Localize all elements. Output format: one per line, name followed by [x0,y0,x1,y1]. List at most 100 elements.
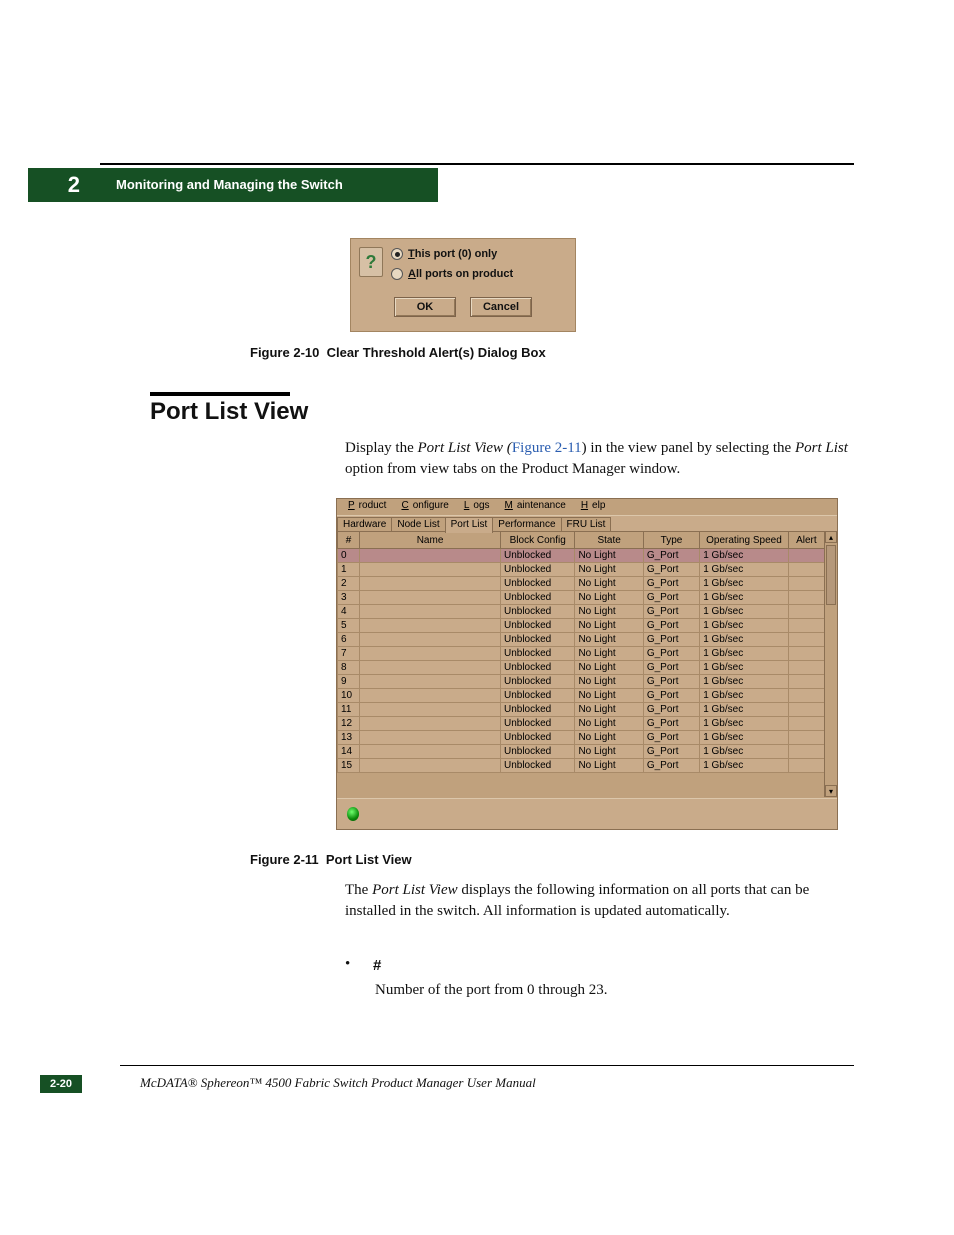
menu-maintenance[interactable]: Maintenance [497,500,570,514]
table-row[interactable]: 1UnblockedNo LightG_Port1 Gb/sec [338,563,825,577]
cell: G_Port [643,689,699,703]
cell: 7 [338,647,360,661]
col-num[interactable]: # [338,532,360,549]
cell: No Light [575,661,643,675]
table-row[interactable]: 10UnblockedNo LightG_Port1 Gb/sec [338,689,825,703]
cell: G_Port [643,619,699,633]
cell: 2 [338,577,360,591]
cell: G_Port [643,717,699,731]
radio-all-ports[interactable]: All ports on product [391,268,513,280]
table-row[interactable]: 0UnblockedNo LightG_Port1 Gb/sec [338,549,825,563]
cell: Unblocked [500,549,574,563]
cell [788,633,824,647]
col-type[interactable]: Type [643,532,699,549]
cell: 1 Gb/sec [700,661,789,675]
figure-2-11-caption: Figure 2-11 Port List View [250,852,412,867]
table-row[interactable]: 12UnblockedNo LightG_Port1 Gb/sec [338,717,825,731]
table-row[interactable]: 8UnblockedNo LightG_Port1 Gb/sec [338,661,825,675]
cell [360,703,501,717]
chapter-title-bar: Monitoring and Managing the Switch [88,168,438,202]
menu-product[interactable]: Product [340,500,390,514]
cell [788,675,824,689]
scroll-down-icon[interactable]: ▾ [825,785,837,797]
table-row[interactable]: 6UnblockedNo LightG_Port1 Gb/sec [338,633,825,647]
cell: 1 Gb/sec [700,717,789,731]
cell: 3 [338,591,360,605]
cell: 1 Gb/sec [700,745,789,759]
cell [360,591,501,605]
table-row[interactable]: 3UnblockedNo LightG_Port1 Gb/sec [338,591,825,605]
col-operating-speed[interactable]: Operating Speed [700,532,789,549]
col-block-config[interactable]: Block Config [500,532,574,549]
cell: Unblocked [500,731,574,745]
figure-2-10-caption: Figure 2-10 Clear Threshold Alert(s) Dia… [250,345,546,360]
cell: G_Port [643,563,699,577]
figure-2-11-link[interactable]: Figure 2-11 [512,440,582,456]
cell: No Light [575,675,643,689]
table-row[interactable]: 7UnblockedNo LightG_Port1 Gb/sec [338,647,825,661]
tab-performance[interactable]: Performance [492,517,561,532]
cell [360,549,501,563]
cell: No Light [575,619,643,633]
menu-logs[interactable]: Logs [456,500,494,514]
table-row[interactable]: 11UnblockedNo LightG_Port1 Gb/sec [338,703,825,717]
cell: 1 Gb/sec [700,591,789,605]
cell: No Light [575,633,643,647]
table-row[interactable]: 4UnblockedNo LightG_Port1 Gb/sec [338,605,825,619]
cell: 1 Gb/sec [700,759,789,773]
cell: Unblocked [500,591,574,605]
table-row[interactable]: 5UnblockedNo LightG_Port1 Gb/sec [338,619,825,633]
cell: 1 [338,563,360,577]
cell: 1 Gb/sec [700,605,789,619]
menu-bar: Product Configure Logs Maintenance Help [337,499,837,514]
cell: No Light [575,563,643,577]
col-state[interactable]: State [575,532,643,549]
menu-configure[interactable]: Configure [393,500,452,514]
radio-this-port[interactable]: This port (0) only [391,248,497,260]
cell [788,745,824,759]
status-led-icon [347,807,359,821]
table-row[interactable]: 2UnblockedNo LightG_Port1 Gb/sec [338,577,825,591]
cell: 6 [338,633,360,647]
cell [788,647,824,661]
tab-node-list[interactable]: Node List [391,517,445,532]
cell: 1 Gb/sec [700,731,789,745]
scroll-thumb[interactable] [826,545,836,605]
cell [360,689,501,703]
table-row[interactable]: 14UnblockedNo LightG_Port1 Gb/sec [338,745,825,759]
scroll-up-icon[interactable]: ▴ [825,531,837,543]
clear-threshold-dialog: ? This port (0) only All ports on produc… [350,238,576,332]
cell: No Light [575,577,643,591]
cell: No Light [575,731,643,745]
col-alert[interactable]: Alert [788,532,824,549]
table-row[interactable]: 13UnblockedNo LightG_Port1 Gb/sec [338,731,825,745]
cell: G_Port [643,633,699,647]
tab-port-list[interactable]: Port List [445,517,494,533]
tab-hardware[interactable]: Hardware [337,517,392,532]
cell: 8 [338,661,360,675]
cell: No Light [575,647,643,661]
cell: 4 [338,605,360,619]
cancel-button[interactable]: Cancel [470,297,532,317]
col-name[interactable]: Name [360,532,501,549]
cell: 13 [338,731,360,745]
cell [788,605,824,619]
cell: 1 Gb/sec [700,633,789,647]
cell: Unblocked [500,647,574,661]
port-table: # Name Block Config State Type Operating… [337,531,825,773]
cell [360,647,501,661]
top-rule [100,163,854,165]
cell: G_Port [643,661,699,675]
cell: G_Port [643,549,699,563]
vertical-scrollbar[interactable]: ▴ ▾ [824,531,837,797]
table-row[interactable]: 9UnblockedNo LightG_Port1 Gb/sec [338,675,825,689]
chapter-tab: 2 [28,168,88,202]
cell: 1 Gb/sec [700,703,789,717]
ok-button[interactable]: OK [394,297,456,317]
cell: Unblocked [500,563,574,577]
tab-fru-list[interactable]: FRU List [561,517,612,532]
cell: G_Port [643,605,699,619]
table-row[interactable]: 15UnblockedNo LightG_Port1 Gb/sec [338,759,825,773]
footer-text: McDATA® Sphereon™ 4500 Fabric Switch Pro… [140,1075,536,1091]
menu-help[interactable]: Help [573,500,610,514]
